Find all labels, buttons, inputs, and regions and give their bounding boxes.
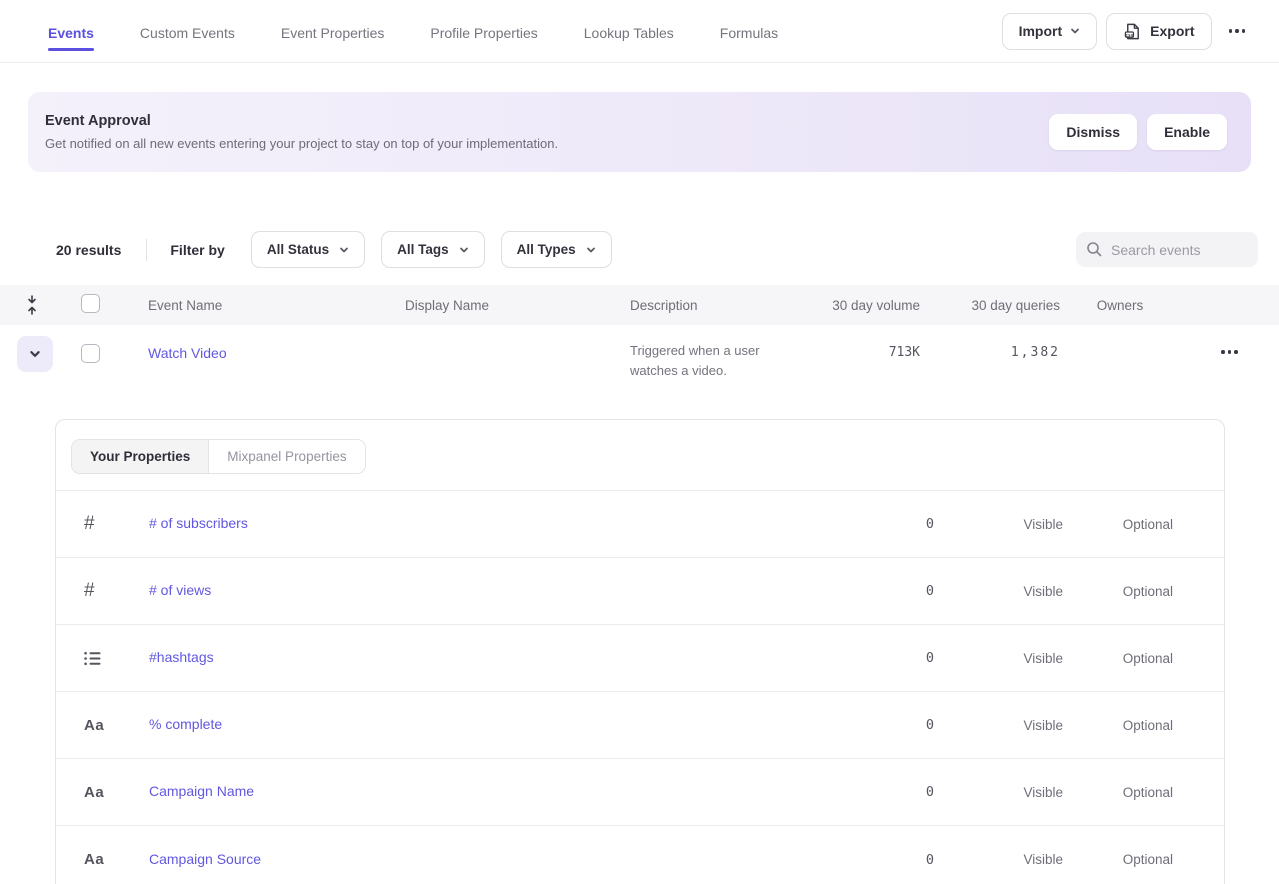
description-cell: Triggered when a user watches a video. xyxy=(630,341,820,381)
dismiss-button[interactable]: Dismiss xyxy=(1049,114,1137,150)
property-requirement: Optional xyxy=(1063,517,1173,532)
text-type-icon: Aa xyxy=(56,851,149,868)
property-row: # # of subscribers 0 Visible Optional xyxy=(56,491,1224,558)
description-line2: watches a video. xyxy=(630,361,820,381)
property-name-link[interactable]: #hashtags xyxy=(149,649,214,665)
property-count: 0 xyxy=(834,583,934,599)
column-30-day-volume: 30 day volume xyxy=(820,298,920,313)
property-count: 0 xyxy=(834,784,934,800)
column-description: Description xyxy=(630,298,820,313)
column-owners: Owners xyxy=(1060,298,1180,313)
number-type-icon: # xyxy=(56,580,149,602)
tab-events[interactable]: Events xyxy=(48,4,94,59)
text-type-icon: Aa xyxy=(56,784,149,801)
property-row: Aa Campaign Source 0 Visible Optional xyxy=(56,826,1224,884)
text-type-icon: Aa xyxy=(56,717,149,734)
properties-list: # # of subscribers 0 Visible Optional # … xyxy=(56,491,1224,884)
import-button[interactable]: Import xyxy=(1002,13,1098,50)
export-button-label: Export xyxy=(1150,23,1194,39)
tab-formulas[interactable]: Formulas xyxy=(720,4,778,59)
property-visibility: Visible xyxy=(934,517,1063,532)
chevron-down-icon xyxy=(1070,26,1080,36)
description-line1: Triggered when a user xyxy=(630,341,820,361)
property-count: 0 xyxy=(834,717,934,733)
property-visibility: Visible xyxy=(934,785,1063,800)
queries-cell: 1,382 xyxy=(920,345,1060,360)
status-filter-dropdown[interactable]: All Status xyxy=(251,231,365,268)
property-requirement: Optional xyxy=(1063,718,1173,733)
banner-title: Event Approval xyxy=(45,113,1049,129)
event-name-link[interactable]: Watch Video xyxy=(148,345,227,361)
tab-profile-properties[interactable]: Profile Properties xyxy=(430,4,537,59)
tab-your-properties[interactable]: Your Properties xyxy=(72,440,209,473)
filter-by-label: Filter by xyxy=(170,242,224,258)
property-name-link[interactable]: % complete xyxy=(149,716,222,732)
status-filter-label: All Status xyxy=(267,242,329,257)
collapse-all-icon[interactable] xyxy=(25,295,39,315)
property-count: 0 xyxy=(834,516,934,532)
volume-cell: 713K xyxy=(820,345,920,360)
filter-bar: 20 results Filter by All Status All Tags… xyxy=(56,231,1259,268)
list-type-icon xyxy=(56,651,149,666)
lexicon-tabs: Events Custom Events Event Properties Pr… xyxy=(48,4,1002,59)
divider xyxy=(146,239,147,261)
property-name-link[interactable]: # of subscribers xyxy=(149,515,248,531)
number-type-icon: # xyxy=(56,513,149,535)
more-options-button[interactable] xyxy=(1221,19,1254,43)
property-count: 0 xyxy=(834,650,934,666)
import-button-label: Import xyxy=(1019,23,1063,39)
property-name-link[interactable]: # of views xyxy=(149,582,211,598)
search-input[interactable] xyxy=(1111,242,1248,258)
chevron-down-icon xyxy=(29,348,41,360)
property-count: 0 xyxy=(834,852,934,868)
events-table-header: Event Name Display Name Description 30 d… xyxy=(0,285,1279,325)
property-row: #hashtags 0 Visible Optional xyxy=(56,625,1224,692)
property-name-link[interactable]: Campaign Source xyxy=(149,851,261,867)
property-row: Aa Campaign Name 0 Visible Optional xyxy=(56,759,1224,826)
select-all-checkbox[interactable] xyxy=(81,294,100,313)
chevron-down-icon xyxy=(339,245,349,255)
collapse-row-button[interactable] xyxy=(17,336,53,372)
enable-button[interactable]: Enable xyxy=(1147,114,1227,150)
event-properties-panel: Your Properties Mixpanel Properties # # … xyxy=(55,419,1225,884)
top-navigation: Events Custom Events Event Properties Pr… xyxy=(0,0,1279,63)
column-display-name: Display Name xyxy=(405,298,630,313)
property-requirement: Optional xyxy=(1063,651,1173,666)
chevron-down-icon xyxy=(586,245,596,255)
chevron-down-icon xyxy=(459,245,469,255)
tab-custom-events[interactable]: Custom Events xyxy=(140,4,235,59)
property-requirement: Optional xyxy=(1063,852,1173,867)
search-box[interactable] xyxy=(1076,232,1258,267)
property-visibility: Visible xyxy=(934,718,1063,733)
property-name-link[interactable]: Campaign Name xyxy=(149,783,254,799)
properties-tab-switcher: Your Properties Mixpanel Properties xyxy=(71,439,366,474)
tab-event-properties[interactable]: Event Properties xyxy=(281,4,385,59)
banner-description: Get notified on all new events entering … xyxy=(45,136,1049,151)
search-icon xyxy=(1086,241,1103,258)
property-row: # # of views 0 Visible Optional xyxy=(56,558,1224,625)
csv-file-icon: csv xyxy=(1123,22,1142,41)
row-checkbox[interactable] xyxy=(81,344,100,363)
property-visibility: Visible xyxy=(934,584,1063,599)
row-more-options-button[interactable] xyxy=(1213,340,1246,364)
results-count: 20 results xyxy=(56,242,121,258)
property-visibility: Visible xyxy=(934,852,1063,867)
property-requirement: Optional xyxy=(1063,785,1173,800)
property-requirement: Optional xyxy=(1063,584,1173,599)
tab-mixpanel-properties[interactable]: Mixpanel Properties xyxy=(209,440,364,473)
event-approval-banner: Event Approval Get notified on all new e… xyxy=(28,92,1251,172)
column-30-day-queries: 30 day queries xyxy=(920,298,1060,313)
table-row-watch-video: Watch Video Triggered when a user watche… xyxy=(0,325,1279,405)
tab-lookup-tables[interactable]: Lookup Tables xyxy=(584,4,674,59)
column-event-name: Event Name xyxy=(148,298,405,313)
export-button[interactable]: csv Export xyxy=(1106,13,1211,50)
tags-filter-label: All Tags xyxy=(397,242,449,257)
types-filter-label: All Types xyxy=(517,242,576,257)
svg-text:csv: csv xyxy=(1126,33,1134,38)
property-row: Aa % complete 0 Visible Optional xyxy=(56,692,1224,759)
tags-filter-dropdown[interactable]: All Tags xyxy=(381,231,485,268)
types-filter-dropdown[interactable]: All Types xyxy=(501,231,612,268)
property-visibility: Visible xyxy=(934,651,1063,666)
